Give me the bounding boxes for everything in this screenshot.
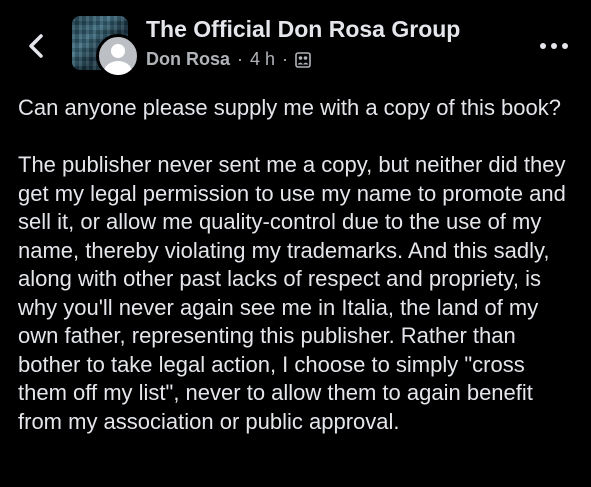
post-paragraph: Can anyone please supply me with a copy … xyxy=(18,95,561,120)
group-name-link[interactable]: The Official Don Rosa Group xyxy=(146,16,460,43)
post-meta: Don Rosa · 4 h · xyxy=(146,49,311,70)
chevron-left-icon xyxy=(29,34,43,58)
post-paragraph: The publisher never sent me a copy, but … xyxy=(18,152,566,434)
meta-separator: · xyxy=(237,49,244,69)
group-members-icon xyxy=(295,51,311,68)
avatar[interactable] xyxy=(96,34,140,78)
more-options-button[interactable] xyxy=(534,36,574,56)
post-text: Can anyone please supply me with a copy … xyxy=(18,94,578,436)
back-button[interactable] xyxy=(18,26,54,66)
meta-separator: · xyxy=(282,49,289,69)
post-header: The Official Don Rosa Group Don Rosa · 4… xyxy=(0,0,591,90)
more-horizontal-icon xyxy=(540,43,546,49)
post-timestamp[interactable]: 4 h xyxy=(250,49,275,70)
author-name-link[interactable]: Don Rosa xyxy=(146,49,230,70)
